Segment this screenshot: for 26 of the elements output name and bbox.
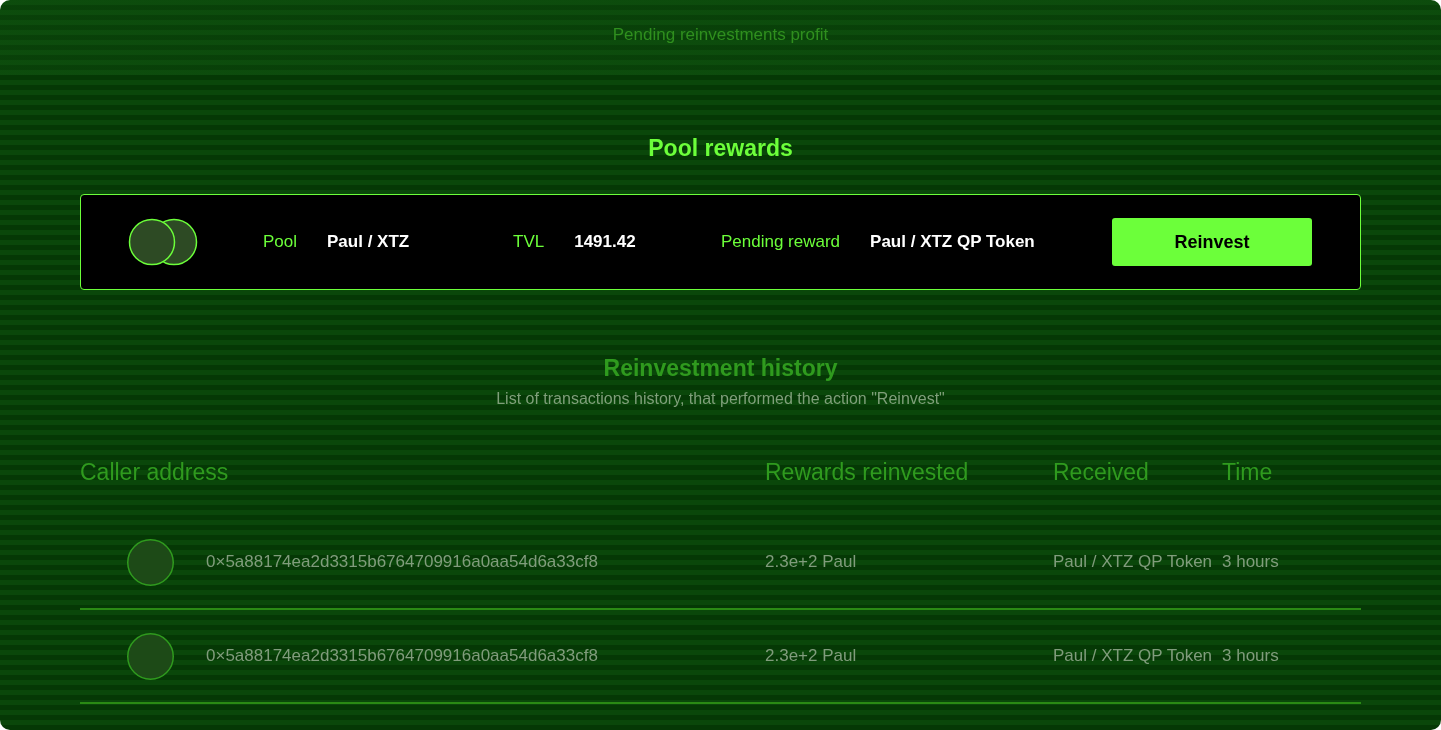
table-cell: Paul / XTZ QP Token	[1053, 552, 1213, 572]
reinvest-button[interactable]: Reinvest	[1112, 218, 1312, 266]
stat-label: Pool	[263, 232, 298, 252]
token-pair-icon	[128, 218, 198, 266]
avatar-icon	[127, 632, 174, 680]
address-cell: 0×5a88174ea2d3315b6764709916a0aa54d6a33cf8	[206, 552, 598, 572]
avatar-icon	[127, 538, 174, 586]
stat-label: Pending reward	[721, 232, 841, 252]
column-header: Caller address	[80, 459, 229, 485]
stat-label: TVL	[513, 232, 545, 252]
section-description: List of transactions history, that performed the action "Reinvest"	[496, 389, 945, 409]
table-cell: 3 hours	[1222, 552, 1279, 572]
section-caption: Pending reinvestments profit	[612, 24, 829, 46]
column-header: Time	[1222, 459, 1273, 485]
table-cell: Paul / XTZ QP Token	[1053, 646, 1213, 666]
section-title: Pool rewards	[648, 134, 793, 162]
column-header: Rewards reinvested	[765, 459, 969, 485]
section-title: Reinvestment history	[603, 354, 838, 382]
table-cell: 2.3e+2 Paul	[765, 646, 857, 666]
stat-value: Paul / XTZ QP Token	[870, 232, 1035, 252]
column-header: Received	[1053, 459, 1149, 485]
stat-value: 1491.42	[574, 232, 636, 252]
table-cell: 2.3e+2 Paul	[765, 552, 857, 572]
address-cell: 0×5a88174ea2d3315b6764709916a0aa54d6a33cf8	[206, 646, 598, 666]
stat-value: Paul / XTZ	[327, 232, 410, 252]
table-cell: 3 hours	[1222, 646, 1279, 666]
